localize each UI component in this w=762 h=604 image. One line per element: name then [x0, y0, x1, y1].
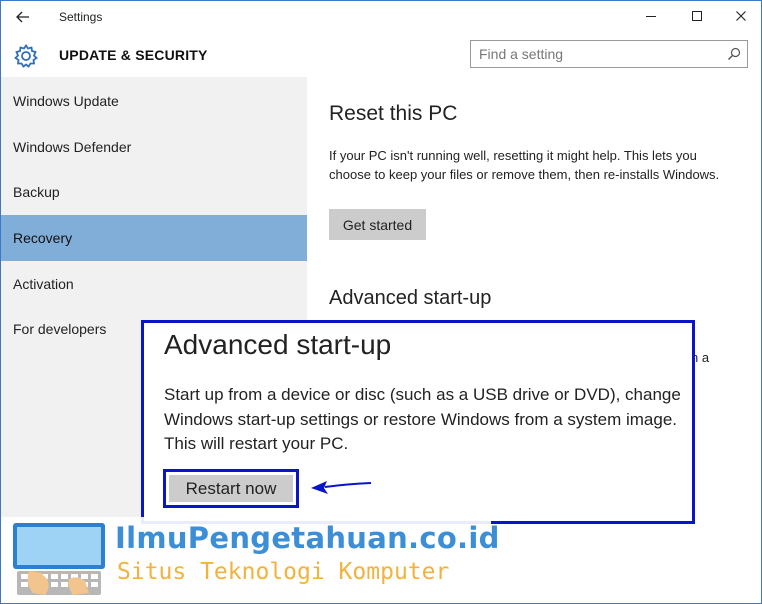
advanced-startup-callout: Advanced start-up Start up from a device…: [141, 320, 695, 524]
minimize-button[interactable]: [631, 5, 671, 29]
title-bar: Settings: [1, 1, 761, 33]
back-button[interactable]: [11, 6, 37, 28]
callout-description: Start up from a device or disc (such as …: [164, 385, 681, 453]
sidebar-item-label: Recovery: [13, 230, 73, 246]
callout-heading: Advanced start-up: [164, 329, 392, 360]
sidebar-item-activation[interactable]: Activation: [1, 261, 307, 307]
get-started-button[interactable]: Get started: [329, 209, 426, 240]
watermark-subtitle: Situs Teknologi Komputer: [117, 559, 450, 585]
maximize-button[interactable]: [677, 5, 717, 29]
search-icon: [728, 47, 741, 60]
sidebar-item-windows-defender[interactable]: Windows Defender: [1, 124, 307, 170]
settings-window: Settings UPDATE & SECURITY Find a settin…: [0, 0, 762, 604]
reset-description: If your PC isn't running well, resetting…: [329, 148, 720, 182]
search-box[interactable]: [470, 40, 748, 68]
reset-heading: Reset this PC: [329, 102, 458, 125]
section-title: UPDATE & SECURITY: [59, 47, 208, 63]
settings-header: UPDATE & SECURITY: [1, 33, 761, 77]
sidebar-item-label: For developers: [13, 321, 107, 337]
search-input[interactable]: [479, 45, 719, 63]
sidebar-item-recovery[interactable]: Recovery: [1, 215, 307, 261]
arrow-pointer-icon: [311, 481, 372, 494]
advanced-heading: Advanced start-up: [329, 287, 492, 309]
restart-highlight: Restart now: [163, 469, 299, 508]
sidebar-item-label: Windows Defender: [13, 139, 132, 155]
back-arrow-icon: [16, 11, 29, 23]
sidebar-item-label: Windows Update: [13, 93, 119, 109]
close-icon: [736, 11, 746, 21]
minimize-icon: [646, 16, 656, 17]
sidebar-item-backup[interactable]: Backup: [1, 169, 307, 215]
gear-icon: [14, 43, 38, 68]
sidebar-item-windows-update[interactable]: Windows Update: [1, 78, 307, 124]
restart-now-button[interactable]: Restart now: [169, 475, 293, 502]
keyboard-logo-icon: [13, 523, 105, 595]
sidebar-item-label: Backup: [13, 184, 60, 200]
watermark-title: IlmuPengetahuan.co.id: [115, 521, 500, 555]
sidebar-item-label: Activation: [13, 276, 74, 292]
close-button[interactable]: [721, 5, 761, 29]
window-title: Settings: [59, 10, 103, 24]
maximize-icon: [692, 11, 702, 21]
